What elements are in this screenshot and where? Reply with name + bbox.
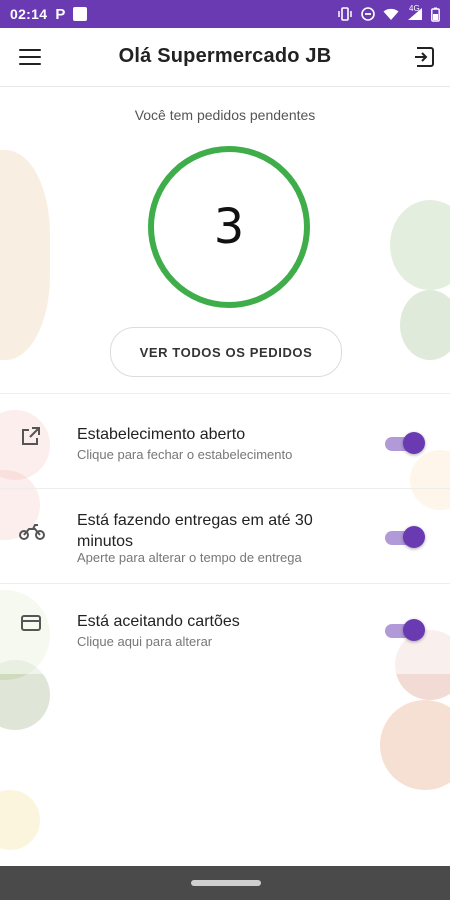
background-decoration: [0, 790, 40, 850]
setting-row-cards[interactable]: Está aceitando cartões Clique aqui para …: [0, 583, 450, 674]
status-bar: 02:14 P 4G: [0, 0, 450, 28]
battery-icon: [431, 7, 440, 22]
setting-subtitle: Clique aqui para alterar: [77, 634, 213, 649]
setting-title: Estabelecimento aberto: [77, 426, 246, 443]
vibrate-icon: [337, 7, 353, 21]
system-nav-bar: [0, 866, 450, 900]
app-bar: Olá Supermercado JB: [0, 28, 450, 87]
background-decoration: [380, 700, 450, 790]
view-all-orders-button[interactable]: VER TODOS OS PEDIDOS: [110, 327, 342, 377]
logout-icon[interactable]: [412, 45, 436, 69]
open-toggle[interactable]: [385, 432, 425, 454]
background-decoration: [390, 200, 450, 290]
dnd-icon: [361, 7, 375, 21]
setting-subtitle: Clique para fechar o estabelecimento: [77, 447, 293, 462]
motorcycle-icon: [19, 519, 45, 543]
status-time: 02:14: [10, 6, 48, 22]
delivery-toggle[interactable]: [385, 526, 425, 548]
notification-square-icon: [73, 7, 88, 21]
wifi-icon: [383, 8, 399, 21]
setting-subtitle: Aperte para alterar o tempo de entrega: [77, 550, 302, 565]
credit-card-icon: [19, 611, 43, 635]
parking-icon: P: [55, 5, 66, 23]
signal-icon: 4G: [407, 4, 423, 21]
pending-count: 3: [213, 199, 245, 255]
page-title: Olá Supermercado JB: [118, 45, 332, 67]
cards-toggle[interactable]: [385, 619, 425, 641]
open-external-icon: [19, 424, 43, 448]
background-decoration: [0, 150, 50, 360]
setting-row-delivery[interactable]: Está fazendo entregas em até 30 minutos …: [0, 488, 450, 584]
setting-title: Está aceitando cartões: [77, 613, 240, 630]
pending-count-ring: 3: [148, 146, 310, 308]
setting-title: Está fazendo entregas em até 30 minutos: [77, 512, 313, 550]
background-decoration: [400, 290, 450, 360]
home-gesture-pill[interactable]: [191, 880, 261, 886]
network-type: 4G: [409, 4, 420, 13]
pending-orders-label: Você tem pedidos pendentes: [134, 107, 316, 123]
setting-row-open[interactable]: Estabelecimento aberto Clique para fecha…: [0, 393, 450, 489]
